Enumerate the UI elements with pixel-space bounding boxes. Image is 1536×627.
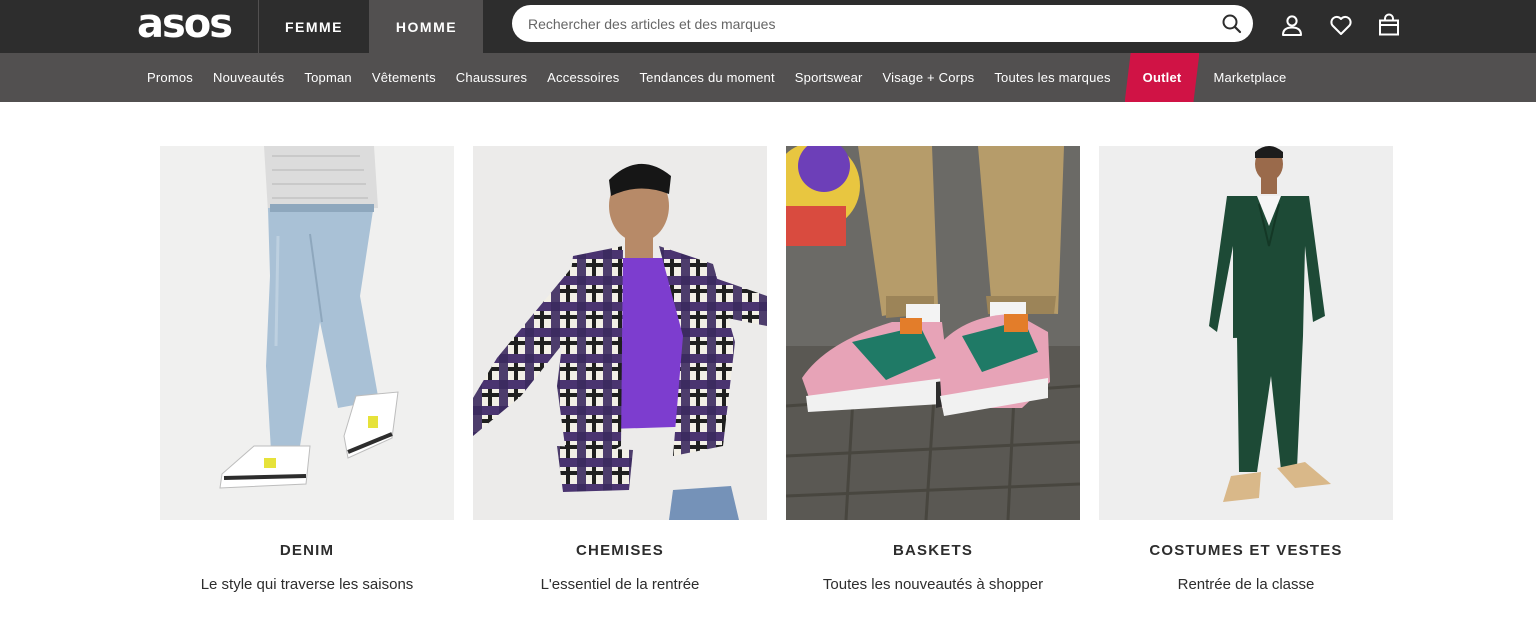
- top-bar: asos FEMME HOMME: [0, 0, 1536, 53]
- nav-item-topman[interactable]: Topman: [294, 53, 361, 102]
- category-cards: DENIM Le style qui traverse les saisons: [160, 146, 1393, 606]
- costumes-vestes-image[interactable]: [1099, 146, 1393, 520]
- nav-item-marketplace[interactable]: Marketplace: [1203, 53, 1296, 102]
- card-subtitle: Rentrée de la classe: [1177, 576, 1315, 593]
- card-title: BASKETS: [892, 542, 974, 559]
- search-input[interactable]: [512, 5, 1202, 42]
- card-chemises[interactable]: CHEMISES L'essentiel de la rentrée: [473, 146, 767, 606]
- card-title: DENIM: [279, 542, 335, 559]
- nav-item-promos[interactable]: Promos: [137, 53, 203, 102]
- chemises-image[interactable]: [473, 146, 767, 520]
- search-bar: [512, 5, 1253, 42]
- nav-item-outlet[interactable]: Outlet: [1124, 53, 1200, 102]
- nav-item-toutes-marques[interactable]: Toutes les marques: [984, 53, 1120, 102]
- logo-text: asos: [137, 1, 233, 47]
- asos-logo[interactable]: asos: [137, 1, 233, 47]
- tab-homme[interactable]: HOMME: [369, 0, 483, 53]
- card-title: COSTUMES ET VESTES: [1149, 542, 1343, 559]
- baskets-image[interactable]: [786, 146, 1080, 520]
- category-nav: Promos Nouveautés Topman Vêtements Chaus…: [0, 53, 1536, 102]
- nav-item-visage-corps[interactable]: Visage + Corps: [873, 53, 985, 102]
- card-denim[interactable]: DENIM Le style qui traverse les saisons: [160, 146, 454, 606]
- card-baskets[interactable]: BASKETS Toutes les nouveautés à shopper: [786, 146, 1080, 606]
- denim-image[interactable]: [160, 146, 454, 520]
- nav-item-sportswear[interactable]: Sportswear: [785, 53, 873, 102]
- search-icon[interactable]: [1221, 13, 1243, 35]
- nav-item-chaussures[interactable]: Chaussures: [446, 53, 537, 102]
- tab-femme[interactable]: FEMME: [258, 0, 369, 53]
- nav-item-accessoires[interactable]: Accessoires: [537, 53, 629, 102]
- card-subtitle: Toutes les nouveautés à shopper: [822, 576, 1044, 593]
- card-subtitle: L'essentiel de la rentrée: [540, 576, 700, 593]
- card-costumes-vestes[interactable]: COSTUMES ET VESTES Rentrée de la classe: [1099, 146, 1393, 606]
- heart-icon[interactable]: [1328, 12, 1354, 38]
- nav-item-tendances[interactable]: Tendances du moment: [629, 53, 784, 102]
- card-title: CHEMISES: [576, 542, 664, 559]
- bag-icon[interactable]: [1376, 12, 1402, 38]
- card-subtitle: Le style qui traverse les saisons: [200, 576, 414, 593]
- nav-item-vetements[interactable]: Vêtements: [362, 53, 446, 102]
- nav-item-nouveautes[interactable]: Nouveautés: [203, 53, 294, 102]
- user-icon[interactable]: [1279, 12, 1305, 38]
